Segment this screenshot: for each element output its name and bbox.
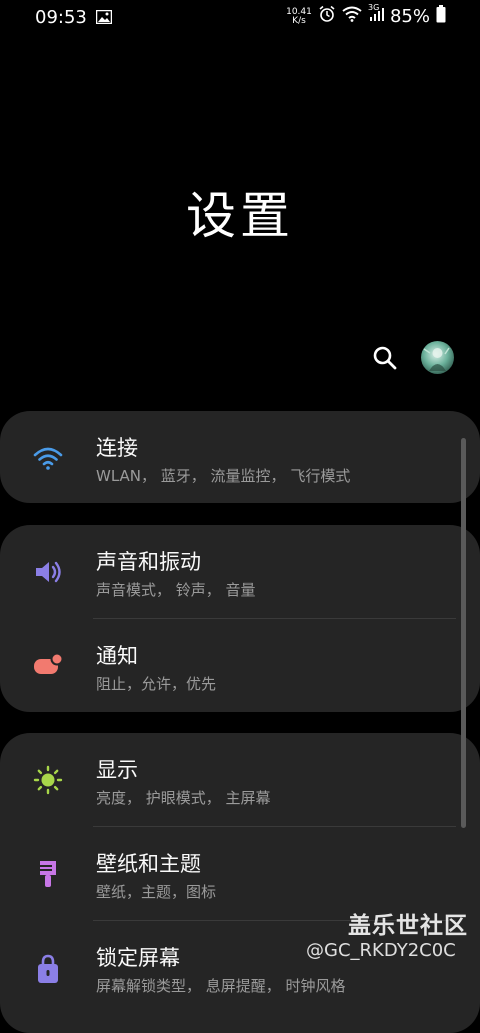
page-title: 设置 <box>186 187 294 245</box>
settings-item-subtitle: 亮度， 护眼模式， 主屏幕 <box>96 789 271 807</box>
settings-item-title: 通知 <box>96 644 138 668</box>
image-notification-icon <box>95 9 113 29</box>
settings-item-notifications[interactable]: 通知 阻止，允许，优先 <box>0 619 480 712</box>
settings-item-title: 锁定屏幕 <box>96 946 180 970</box>
volume-icon <box>32 557 64 587</box>
wifi-status-icon <box>342 6 362 27</box>
settings-item-title: 显示 <box>96 758 138 782</box>
status-right-indicators: 10.41 K/s 3G 85% <box>286 3 446 28</box>
settings-group-connections: 连接 WLAN， 蓝牙， 流量监控， 飞行模式 <box>0 411 480 503</box>
status-time: 09:53 <box>35 7 87 28</box>
signal-type-label: 3G <box>367 3 380 12</box>
scrollbar[interactable] <box>461 438 466 828</box>
settings-item-sound-vibration[interactable]: 声音和振动 声音模式， 铃声， 音量 <box>0 525 480 618</box>
search-button[interactable] <box>372 345 398 371</box>
watermark-community-name: 盖乐世社区 <box>348 913 468 939</box>
settings-item-subtitle: WLAN， 蓝牙， 流量监控， 飞行模式 <box>96 467 351 485</box>
avatar-picture <box>423 347 450 371</box>
status-bar: 09:53 10.41 K/s 3G 85% <box>0 0 480 34</box>
settings-group-sound: 声音和振动 声音模式， 铃声， 音量 通知 阻止，允许，优先 <box>0 525 480 712</box>
settings-item-display[interactable]: 显示 亮度， 护眼模式， 主屏幕 <box>0 733 480 826</box>
notification-icon <box>32 651 64 681</box>
settings-item-title: 壁纸和主题 <box>96 852 201 876</box>
search-icon <box>373 346 397 370</box>
watermark-user-id: @GC_RKDY2C0C <box>306 940 456 961</box>
wifi-icon <box>32 443 64 473</box>
battery-icon <box>436 5 446 28</box>
settings-item-title: 连接 <box>96 436 138 460</box>
settings-item-subtitle: 壁纸，主题，图标 <box>96 883 217 901</box>
settings-item-subtitle: 声音模式， 铃声， 音量 <box>96 581 256 599</box>
net-speed: 10.41 K/s <box>286 7 312 26</box>
profile-avatar[interactable] <box>421 341 454 374</box>
paintbrush-icon <box>32 859 64 889</box>
brightness-icon <box>32 765 64 795</box>
battery-percent: 85% <box>389 6 430 27</box>
settings-group-display: 显示 亮度， 护眼模式， 主屏幕 壁纸和主题 壁纸，主题，图标 锁定屏幕 屏幕解… <box>0 733 480 1033</box>
settings-item-title: 声音和振动 <box>96 550 201 574</box>
cellular-signal-icon: 3G <box>367 3 384 27</box>
lock-icon <box>32 953 64 983</box>
alarm-icon <box>318 5 336 28</box>
net-speed-unit: K/s <box>292 15 306 26</box>
settings-item-connections[interactable]: 连接 WLAN， 蓝牙， 流量监控， 飞行模式 <box>0 411 480 504</box>
settings-item-subtitle: 阻止，允许，优先 <box>96 675 217 693</box>
